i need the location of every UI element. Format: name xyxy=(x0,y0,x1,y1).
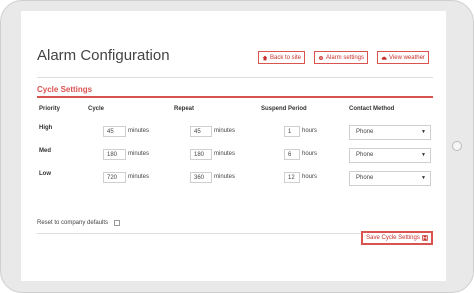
contact-select-high[interactable]: Phone ▼ xyxy=(349,125,431,140)
view-weather-label: View weather xyxy=(389,54,425,61)
page-title: Alarm Configuration xyxy=(37,47,170,64)
row-priority-high: High xyxy=(39,125,53,131)
repeat-input-high[interactable]: 45 xyxy=(190,126,212,137)
contact-select-med[interactable]: Phone ▼ xyxy=(349,148,431,163)
contact-value-med: Phone xyxy=(356,152,374,158)
suspend-unit-low: hours xyxy=(302,174,318,180)
contact-value-high: Phone xyxy=(356,129,374,135)
save-cycle-settings-button[interactable]: Save Cycle Settings xyxy=(361,231,433,245)
suspend-input-med[interactable]: 6 xyxy=(284,149,300,160)
contact-value-low: Phone xyxy=(356,175,374,181)
column-header-repeat: Repeat xyxy=(174,106,195,112)
alarm-settings-label: Alarm settings xyxy=(326,54,365,61)
section-divider xyxy=(37,96,433,98)
cycle-unit-med: minutes xyxy=(128,151,150,157)
back-to-site-label: Back to site xyxy=(270,54,302,61)
save-icon xyxy=(422,235,428,241)
section-title: Cycle Settings xyxy=(37,85,93,94)
suspend-unit-med: hours xyxy=(302,151,318,157)
repeat-input-low[interactable]: 360 xyxy=(190,172,212,183)
home-icon xyxy=(262,55,268,60)
save-cycle-settings-label: Save Cycle Settings xyxy=(366,235,420,241)
dropdown-arrow-icon: ▼ xyxy=(421,175,426,181)
reset-defaults-label: Reset to company defaults xyxy=(37,220,109,226)
dropdown-arrow-icon: ▼ xyxy=(421,152,426,158)
cycle-input-med[interactable]: 180 xyxy=(103,149,126,160)
row-priority-low: Low xyxy=(39,171,51,177)
tablet-frame: Alarm Configuration Back to site Alarm s… xyxy=(0,0,474,293)
cogs-icon xyxy=(319,55,323,60)
row-priority-med: Med xyxy=(39,148,51,154)
tablet-home-button xyxy=(452,141,462,151)
repeat-unit-med: minutes xyxy=(214,151,236,157)
suspend-input-high[interactable]: 1 xyxy=(284,126,300,137)
reset-defaults-checkbox[interactable] xyxy=(114,220,120,226)
cycle-unit-low: minutes xyxy=(128,174,150,180)
column-header-cycle: Cycle xyxy=(88,106,105,112)
repeat-input-med[interactable]: 180 xyxy=(190,149,212,160)
repeat-unit-low: minutes xyxy=(214,174,236,180)
repeat-unit-high: minutes xyxy=(214,128,236,134)
cloud-icon xyxy=(381,56,387,60)
alarm-settings-button[interactable]: Alarm settings xyxy=(314,51,369,64)
cycle-input-low[interactable]: 720 xyxy=(103,172,126,183)
dropdown-arrow-icon: ▼ xyxy=(421,129,426,135)
cycle-input-high[interactable]: 45 xyxy=(103,126,126,137)
view-weather-button[interactable]: View weather xyxy=(377,51,429,64)
back-to-site-button[interactable]: Back to site xyxy=(258,51,306,64)
suspend-unit-high: hours xyxy=(302,128,318,134)
suspend-input-low[interactable]: 12 xyxy=(284,172,300,183)
column-header-contact-method: Contact Method xyxy=(349,106,395,112)
column-header-priority: Priority xyxy=(39,106,61,112)
column-header-suspend-period: Suspend Period xyxy=(261,106,307,112)
contact-select-low[interactable]: Phone ▼ xyxy=(349,171,431,186)
cycle-unit-high: minutes xyxy=(128,128,150,134)
header-divider xyxy=(37,77,433,78)
screen: Alarm Configuration Back to site Alarm s… xyxy=(21,11,446,281)
